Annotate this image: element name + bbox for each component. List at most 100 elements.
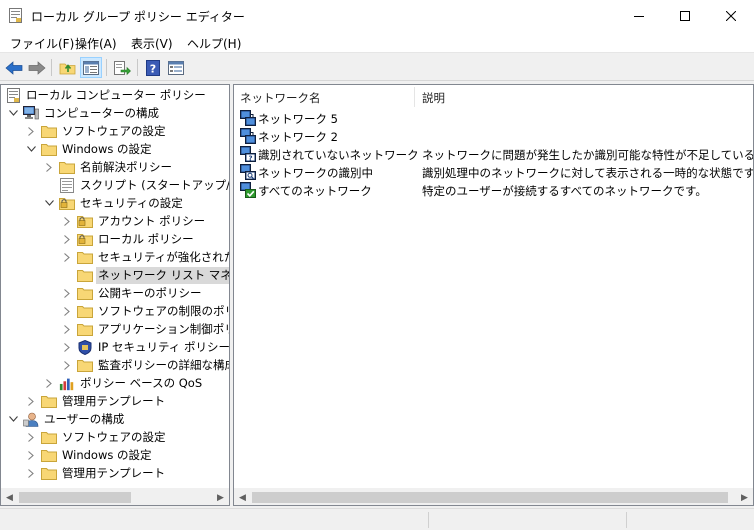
chevron-right-icon[interactable] [25, 467, 37, 479]
tree-item[interactable]: ソフトウェアの設定 [1, 122, 229, 140]
chevron-right-icon[interactable] [25, 449, 37, 461]
tree-item-label: セキュリティの設定 [80, 195, 183, 210]
menu-view[interactable]: 表示(V) [131, 35, 173, 52]
export-list-icon [114, 60, 131, 75]
svg-text:?: ? [150, 62, 156, 75]
chevron-right-icon[interactable] [61, 251, 73, 263]
folder-icon [77, 304, 93, 318]
tree-item[interactable]: ローカル ポリシー [1, 230, 229, 248]
ip-security-icon [77, 339, 93, 355]
folder-icon [77, 286, 93, 300]
tree-item[interactable]: Windows の設定 [1, 446, 229, 464]
tree-item[interactable]: 管理用テンプレート [1, 392, 229, 410]
tree-item[interactable]: ソフトウェアの制限のポリシー [1, 302, 229, 320]
details-pane[interactable]: ネットワーク名 説明 ネットワーク 5 ネットワーク 2? 識別されていないネットワ… [233, 84, 754, 506]
menu-help[interactable]: ヘルプ(H) [187, 35, 241, 52]
menu-bar: ファイル(F) 操作(A) 表示(V) ヘルプ(H) [0, 31, 754, 53]
tree-item[interactable]: 公開キーのポリシー [1, 284, 229, 302]
tree-item[interactable]: セキュリティが強化された W [1, 248, 229, 266]
tree-item[interactable]: ポリシー ベースの QoS [1, 374, 229, 392]
chevron-right-icon[interactable] [43, 161, 55, 173]
scroll-left-arrow-icon[interactable]: ◀ [234, 489, 251, 505]
help-button[interactable]: ? [142, 57, 164, 78]
list-scroll-thumb[interactable] [252, 492, 728, 503]
tree-item[interactable]: コンピューターの構成 [1, 104, 229, 122]
tree-item-label: ソフトウェアの設定 [62, 123, 166, 138]
up-one-level-button[interactable] [57, 57, 79, 78]
chevron-right-icon[interactable] [25, 431, 37, 443]
network-description: 特定のユーザーが接続するすべてのネットワークです。 [422, 184, 707, 198]
folder-icon [41, 394, 57, 408]
tree-item[interactable]: セキュリティの設定 [1, 194, 229, 212]
show-hide-console-tree-button[interactable] [80, 57, 102, 78]
minimize-button[interactable] [616, 0, 662, 31]
tree-item[interactable]: ユーザーの構成 [1, 410, 229, 428]
folder-icon [77, 358, 93, 372]
window-title: ローカル グループ ポリシー エディター [31, 10, 245, 24]
tree-item-label: ソフトウェアの制限のポリシー [98, 303, 229, 318]
chevron-right-icon[interactable] [61, 359, 73, 371]
chevron-down-icon[interactable] [25, 143, 37, 155]
tree-item[interactable]: IP セキュリティ ポリシー (ロー [1, 338, 229, 356]
network-icon [240, 128, 256, 144]
export-list-button[interactable] [111, 57, 133, 78]
menu-action[interactable]: 操作(A) [75, 35, 117, 52]
network-name: ネットワーク 2 [258, 130, 338, 144]
chevron-right-icon[interactable] [61, 287, 73, 299]
unidentified-network-icon: ? [240, 146, 256, 162]
tree-item[interactable]: アプリケーション制御ポリシー [1, 320, 229, 338]
tree-item[interactable]: ソフトウェアの設定 [1, 428, 229, 446]
tree-item[interactable]: アカウント ポリシー [1, 212, 229, 230]
toolbar-separator [137, 59, 138, 76]
scroll-left-arrow-icon[interactable]: ◀ [1, 489, 18, 505]
console-tree-pane[interactable]: ローカル コンピューター ポリシー コンピューターの構成 ソフトウェアの設定 Wind… [0, 84, 230, 506]
tree-item[interactable]: 名前解決ポリシー [1, 158, 229, 176]
list-item[interactable]: ネットワークの識別中 識別処理中のネットワークに対して表示される一時的な状態です。 [234, 163, 754, 181]
column-header-network-name[interactable]: ネットワーク名 [240, 90, 321, 106]
chevron-down-icon[interactable] [43, 197, 55, 209]
chevron-right-icon[interactable] [25, 125, 37, 137]
tree-item[interactable]: ローカル コンピューター ポリシー [1, 86, 229, 104]
chevron-right-icon[interactable] [61, 341, 73, 353]
tree-item[interactable]: スクリプト (スタートアップ/シャット [1, 176, 229, 194]
tree-item[interactable]: 管理用テンプレート [1, 464, 229, 482]
list-item[interactable]: ? 識別されていないネットワーク ネットワークに問題が発生したか識別可能な特性が不足… [234, 145, 753, 163]
tree-item-label: ソフトウェアの設定 [62, 429, 166, 444]
tree-item-label: 公開キーのポリシー [98, 285, 202, 300]
network-description: 識別処理中のネットワークに対して表示される一時的な状態です。 [422, 166, 754, 180]
list-item[interactable]: ネットワーク 2 [234, 127, 753, 145]
properties-view-button[interactable] [165, 57, 187, 78]
menu-file[interactable]: ファイル(F) [10, 35, 74, 52]
tree-scroll-thumb[interactable] [19, 492, 131, 503]
tree-item[interactable]: Windows の設定 [1, 140, 229, 158]
network-name: すべてのネットワーク [258, 184, 372, 198]
chevron-right-icon[interactable] [61, 233, 73, 245]
chevron-right-icon[interactable] [43, 377, 55, 389]
chevron-right-icon[interactable] [61, 323, 73, 335]
column-divider[interactable] [414, 87, 415, 107]
list-item[interactable]: ネットワーク 5 [234, 109, 753, 127]
chevron-down-icon[interactable] [7, 413, 19, 425]
back-button[interactable] [3, 57, 25, 78]
close-button[interactable] [708, 0, 754, 31]
column-header-description[interactable]: 説明 [422, 90, 445, 106]
maximize-button[interactable] [662, 0, 708, 31]
list-item[interactable]: すべてのネットワーク 特定のユーザーが接続するすべてのネットワークです。 [234, 181, 753, 199]
tree-horizontal-scrollbar[interactable]: ◀ ▶ [1, 488, 229, 505]
list-horizontal-scrollbar[interactable]: ◀ ▶ [234, 488, 753, 505]
chevron-right-icon[interactable] [61, 215, 73, 227]
chevron-right-icon[interactable] [25, 395, 37, 407]
tree-item[interactable]: 監査ポリシーの詳細な構成 [1, 356, 230, 374]
chevron-right-icon[interactable] [61, 305, 73, 317]
chevron-down-icon[interactable] [7, 107, 19, 119]
svg-text:?: ? [248, 154, 252, 162]
tree-item[interactable]: ネットワーク リスト マネージャ [1, 266, 229, 284]
forward-button[interactable] [26, 57, 48, 78]
help-icon: ? [146, 59, 160, 76]
tree-item-label: 監査ポリシーの詳細な構成 [98, 357, 230, 372]
toolbar-separator [51, 59, 52, 76]
folder-icon [77, 250, 93, 264]
scroll-right-arrow-icon[interactable]: ▶ [212, 489, 229, 505]
scroll-right-arrow-icon[interactable]: ▶ [736, 489, 753, 505]
tree-item-label: アプリケーション制御ポリシー [98, 321, 229, 336]
